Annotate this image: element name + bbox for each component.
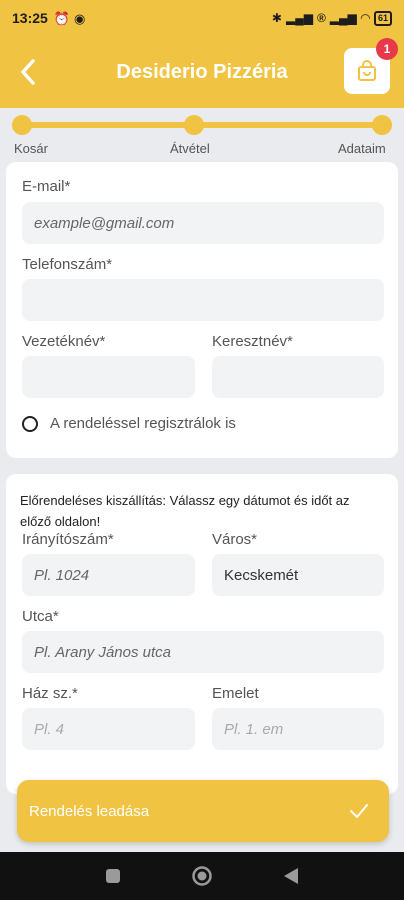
app-bar: Desiderio Pizzéria 1 [0, 36, 404, 108]
house-label: Ház sz.* [22, 685, 78, 702]
back-nav-icon[interactable] [283, 867, 299, 885]
signal-icon: ▂▄▆ [285, 11, 313, 25]
step-label-details: Adataim [338, 141, 386, 156]
preorder-notice: Előrendeléses kiszállítás: Válassz egy d… [20, 493, 350, 529]
step-label-cart: Kosár [14, 141, 48, 156]
email-label: E-mail* [22, 178, 71, 195]
email-field[interactable]: example@gmail.com [22, 202, 384, 244]
city-value: Kecskemét [224, 566, 299, 584]
zip-field[interactable]: Pl. 1024 [22, 554, 195, 596]
phone-label: Telefonszám* [22, 256, 113, 273]
checkout-stepper: Kosár Átvétel Adataim [0, 108, 404, 158]
submit-order-button[interactable]: Rendelés leadása [17, 780, 389, 842]
step-dot-details[interactable] [372, 115, 392, 135]
street-field[interactable]: Pl. Arany János utca [22, 631, 384, 673]
firstname-label: Keresztnév* [212, 333, 293, 350]
system-nav-bar [0, 852, 404, 900]
signal-icon-2: ▂▄▆ [329, 11, 357, 25]
street-placeholder: Pl. Arany János utca [34, 643, 172, 661]
register-radio[interactable] [22, 415, 38, 432]
contact-card: E-mail* example@gmail.com Telefonszám* V… [6, 162, 398, 458]
home-icon[interactable] [191, 865, 213, 887]
zip-label: Irányítószám* [22, 531, 114, 548]
step-dot-cart[interactable] [12, 115, 32, 135]
city-field[interactable]: Kecskemét [212, 554, 384, 596]
back-button[interactable] [14, 56, 42, 88]
wifi-icon: ◠ [360, 11, 370, 25]
email-placeholder: example@gmail.com [34, 214, 175, 232]
city-label: Város* [212, 531, 258, 548]
cart-count-badge: 1 [376, 38, 398, 60]
phone-field[interactable] [22, 279, 384, 321]
status-bar: 13:25 ⏰ ◉ ✱ ▂▄▆ ® ▂▄▆ ◠ 61 [0, 0, 404, 36]
shopping-bag-icon [358, 60, 376, 81]
step-label-pickup: Átvétel [170, 141, 210, 156]
page-title: Desiderio Pizzéria [116, 60, 288, 83]
register-label: A rendeléssel regisztrálok is [50, 415, 236, 432]
register-option[interactable]: A rendeléssel regisztrálok is [22, 415, 236, 432]
recents-icon[interactable] [105, 868, 121, 884]
street-label: Utca* [22, 608, 59, 625]
floor-placeholder: Pl. 1. em [224, 720, 284, 738]
lastname-field[interactable] [22, 356, 195, 398]
lastname-label: Vezetéknév* [22, 333, 106, 350]
house-field[interactable]: Pl. 4 [22, 708, 195, 750]
battery-icon: 61 [373, 10, 392, 26]
bluetooth-icon: ✱ [271, 11, 282, 25]
house-placeholder: Pl. 4 [34, 720, 65, 738]
zip-placeholder: Pl. 1024 [34, 566, 90, 584]
roaming-icon: ® [316, 11, 326, 25]
step-dot-pickup[interactable] [184, 115, 204, 135]
check-icon [350, 804, 368, 818]
firstname-field[interactable] [212, 356, 384, 398]
floor-label: Emelet [212, 685, 259, 702]
chevron-left-icon [21, 59, 35, 85]
cart-button[interactable]: 1 [344, 38, 398, 94]
address-card: Előrendeléses kiszállítás: Válassz egy d… [6, 474, 398, 794]
floor-field[interactable]: Pl. 1. em [212, 708, 384, 750]
record-icon: ◉ [74, 10, 86, 26]
submit-order-label: Rendelés leadása [29, 802, 150, 820]
alarm-icon: ⏰ [53, 10, 70, 26]
status-icons: ✱ ▂▄▆ ® ▂▄▆ ◠ 61 [271, 10, 392, 26]
status-time: 13:25 [12, 10, 48, 26]
